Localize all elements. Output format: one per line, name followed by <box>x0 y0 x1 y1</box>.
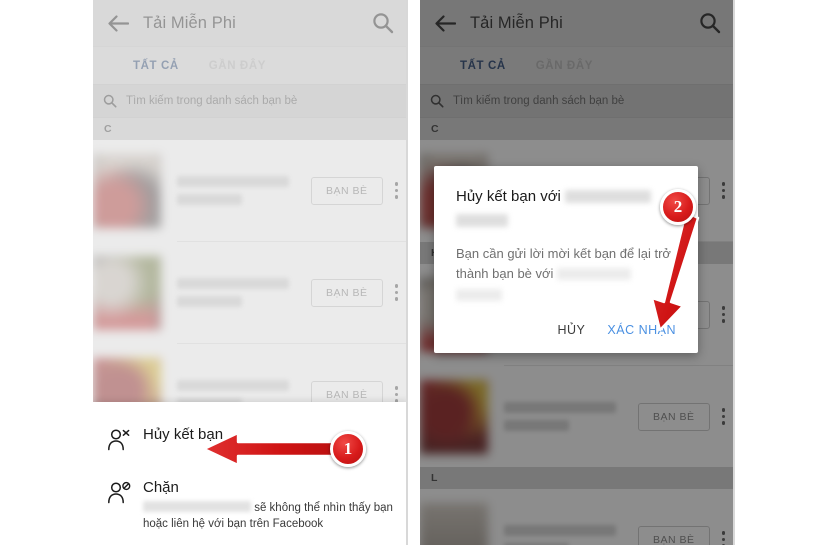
sheet-item-block-body: Chặn sẽ không thể nhìn thấy bạn hoặc liê… <box>143 479 394 533</box>
app-bar-left: Tải Miễn Phi <box>93 0 408 46</box>
kebab-menu-icon[interactable] <box>394 386 398 403</box>
avatar <box>420 502 488 545</box>
unfriend-confirm-dialog: Hủy kết bạn với Bạn cần gửi lời mời kết … <box>434 166 698 353</box>
friend-status-button[interactable]: BẠN BÈ <box>637 402 710 431</box>
kebab-menu-icon[interactable] <box>394 182 398 199</box>
page-title: Tải Miễn Phi <box>143 13 236 32</box>
kebab-menu-icon[interactable] <box>721 531 725 545</box>
confirm-button[interactable]: XÁC NHẬN <box>607 323 676 337</box>
tab-bar-right: TẤT CẢ GẦN ĐÂY <box>420 46 735 84</box>
kebab-menu-icon[interactable] <box>721 182 725 199</box>
redacted-name-line2 <box>456 288 502 301</box>
redacted-name <box>143 500 251 512</box>
tab-recent[interactable]: GẦN ĐÂY <box>536 60 593 72</box>
app-bar-right: Tải Miễn Phi <box>420 0 735 46</box>
sheet-item-block-description: sẽ không thể nhìn thấy bạn hoặc liên hệ … <box>143 500 394 533</box>
phone-edge <box>406 0 408 545</box>
right-phone-screen: Tải Miễn Phi TẤT CẢ GẦN ĐÂY Tìm kiếm tro… <box>420 0 735 545</box>
kebab-menu-icon[interactable] <box>394 284 398 301</box>
back-arrow-icon[interactable] <box>432 10 458 36</box>
dialog-body: Bạn cần gửi lời mời kết bạn để lại trở t… <box>456 244 676 301</box>
tab-recent[interactable]: GẦN ĐÂY <box>209 60 266 72</box>
kebab-menu-icon[interactable] <box>721 306 725 323</box>
dialog-actions: HỦY XÁC NHẬN <box>456 323 676 343</box>
search-icon[interactable] <box>697 10 723 36</box>
avatar <box>93 153 161 228</box>
friend-status-button[interactable]: BẠN BÈ <box>637 525 710 545</box>
section-header-c: C <box>93 118 408 140</box>
redacted-name <box>565 190 652 203</box>
friend-list-left: C BẠN BÈ BẠN BÈ BẠN BÈ <box>93 118 408 445</box>
friend-name <box>177 278 289 307</box>
sheet-item-unfriend-body: Hủy kết bạn <box>143 426 223 457</box>
person-remove-icon <box>107 426 137 457</box>
screenshot-stage: Tải Miễn Phi TẤT CẢ GẦN ĐÂY Tìm kiếm tro… <box>0 0 840 545</box>
tab-all[interactable]: TẤT CẢ <box>460 60 506 72</box>
kebab-menu-icon[interactable] <box>721 408 725 425</box>
search-placeholder: Tìm kiếm trong danh sách bạn bè <box>453 95 625 107</box>
friend-row[interactable]: BẠN BÈ <box>93 242 408 343</box>
search-icon <box>103 94 117 108</box>
person-block-icon <box>107 479 137 533</box>
dialog-title-text: Hủy kết bạn với <box>456 188 561 205</box>
phone-edge <box>733 0 735 545</box>
section-header-c: C <box>420 118 735 140</box>
step-badge-2: 2 <box>660 189 696 225</box>
search-icon[interactable] <box>370 10 396 36</box>
sheet-item-unfriend-label: Hủy kết bạn <box>143 425 224 443</box>
friend-name <box>177 176 289 205</box>
cancel-button[interactable]: HỦY <box>558 323 586 337</box>
tab-bar-left: TẤT CẢ GẦN ĐÂY <box>93 46 408 84</box>
search-placeholder: Tìm kiếm trong danh sách bạn bè <box>126 95 298 107</box>
page-title: Tải Miễn Phi <box>470 13 563 32</box>
friend-status-button[interactable]: BẠN BÈ <box>310 278 383 307</box>
tab-all[interactable]: TẤT CẢ <box>133 60 179 72</box>
search-input[interactable]: Tìm kiếm trong danh sách bạn bè <box>93 84 408 118</box>
sheet-item-block-label: Chặn <box>143 478 179 496</box>
friend-name <box>504 525 616 545</box>
avatar <box>420 379 488 454</box>
friend-status-button[interactable]: BẠN BÈ <box>310 176 383 205</box>
step-badge-1: 1 <box>330 431 366 467</box>
sheet-item-block[interactable]: Chặn sẽ không thể nhìn thấy bạn hoặc liê… <box>93 469 408 545</box>
friend-name <box>504 402 616 431</box>
dialog-title: Hủy kết bạn với <box>456 186 676 227</box>
redacted-name <box>557 267 632 280</box>
search-icon <box>430 94 444 108</box>
search-input[interactable]: Tìm kiếm trong danh sách bạn bè <box>420 84 735 118</box>
section-header-l: L <box>420 467 735 489</box>
friend-row[interactable]: BẠN BÈ <box>420 489 735 545</box>
back-arrow-icon[interactable] <box>105 10 131 36</box>
left-phone-screen: Tải Miễn Phi TẤT CẢ GẦN ĐÂY Tìm kiếm tro… <box>93 0 408 545</box>
action-bottom-sheet: Hủy kết bạn Chặn sẽ không thể nhìn thấy … <box>93 401 408 545</box>
friend-row[interactable]: BẠN BÈ <box>420 366 735 467</box>
avatar <box>93 255 161 330</box>
redacted-name-line2 <box>456 213 508 227</box>
friend-row[interactable]: BẠN BÈ <box>93 140 408 241</box>
